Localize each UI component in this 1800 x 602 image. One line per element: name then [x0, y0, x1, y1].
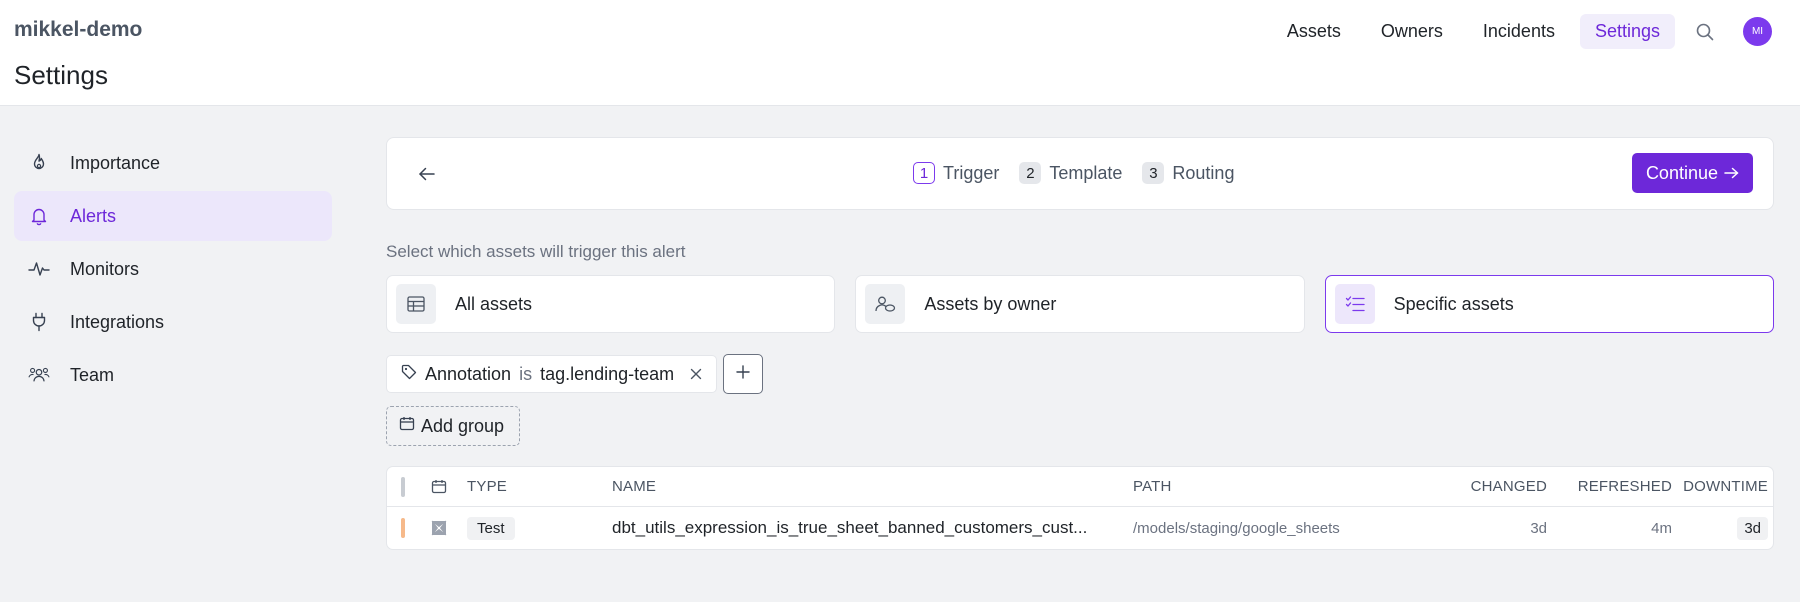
sidebar-item-label: Alerts: [70, 205, 117, 226]
nav-settings[interactable]: Settings: [1579, 14, 1675, 49]
bell-icon: [28, 205, 50, 227]
step-template[interactable]: 2 Template: [1019, 162, 1122, 184]
step-label: Template: [1049, 162, 1123, 183]
plus-icon: [735, 364, 751, 385]
option-label: Specific assets: [1393, 293, 1514, 314]
users-icon: [28, 364, 50, 386]
tag-icon: [401, 364, 417, 385]
type-cell: Test: [467, 507, 515, 549]
changed-cell: 3d: [1530, 519, 1547, 537]
assets-table: TYPE NAME PATH CHANGED REFRESHED DOWNTIM…: [386, 466, 1774, 550]
avatar[interactable]: MI: [1743, 17, 1772, 46]
column-downtime[interactable]: DOWNTIME: [1683, 467, 1768, 506]
option-specific-assets[interactable]: Specific assets: [1324, 275, 1774, 333]
plug-icon: [28, 311, 50, 333]
add-filter-button[interactable]: [723, 354, 764, 394]
table-header: TYPE NAME PATH CHANGED REFRESHED DOWNTIM…: [387, 467, 1773, 507]
sidebar-item-monitors[interactable]: Monitors: [14, 244, 332, 294]
column-changed[interactable]: CHANGED: [1471, 467, 1547, 506]
continue-button[interactable]: Continue: [1631, 153, 1753, 193]
search-icon[interactable]: [1685, 15, 1725, 49]
test-type-icon: [430, 507, 448, 549]
add-group-label: Add group: [421, 415, 505, 436]
continue-label: Continue: [1645, 162, 1718, 183]
filter-value: tag.lending-team: [540, 363, 675, 384]
checklist-icon: [1334, 284, 1375, 324]
select-all-icon[interactable]: [431, 467, 447, 506]
step-number: 1: [913, 162, 935, 184]
column-path[interactable]: PATH: [1133, 467, 1172, 506]
sidebar-item-label: Team: [70, 364, 115, 385]
org-name[interactable]: mikkel-demo: [14, 18, 142, 42]
filter-row: Annotation is tag.lending-team: [386, 354, 1774, 394]
stepper-bar: 1 Trigger 2 Template 3 Routing Continue: [386, 137, 1774, 210]
settings-sidebar: Importance Alerts Monitors Integrations …: [14, 138, 332, 403]
sidebar-item-importance[interactable]: Importance: [14, 138, 332, 188]
step-label: Routing: [1172, 162, 1235, 183]
option-assets-by-owner[interactable]: Assets by owner: [855, 275, 1305, 333]
step-number: 3: [1142, 162, 1165, 184]
owner-icon: [865, 284, 906, 324]
trigger-prompt: Select which assets will trigger this al…: [386, 242, 686, 261]
close-icon[interactable]: [686, 364, 706, 384]
trigger-options: All assets Assets by owner Specific asse…: [386, 275, 1774, 333]
sidebar-item-team[interactable]: Team: [14, 350, 332, 400]
step-routing[interactable]: 3 Routing: [1142, 162, 1234, 184]
name-cell[interactable]: dbt_utils_expression_is_true_sheet_banne…: [612, 507, 1087, 549]
option-label: All assets: [455, 293, 533, 314]
top-nav: Assets Owners Incidents Settings MI: [1272, 14, 1772, 49]
folder-icon: [399, 416, 415, 437]
status-bar: [401, 507, 405, 549]
table-row[interactable]: Test dbt_utils_expression_is_true_sheet_…: [387, 507, 1773, 549]
sidebar-item-alerts[interactable]: Alerts: [14, 191, 332, 241]
back-arrow-icon[interactable]: [411, 158, 443, 190]
downtime-badge: 3d: [1737, 516, 1768, 540]
option-label: Assets by owner: [924, 293, 1057, 314]
filter-operator: is: [519, 363, 533, 384]
refreshed-cell: 4m: [1651, 519, 1672, 537]
type-badge: Test: [467, 516, 515, 540]
option-all-assets[interactable]: All assets: [386, 275, 836, 333]
arrow-right-icon: [1724, 163, 1739, 184]
filter-field: Annotation: [425, 363, 512, 384]
sidebar-item-integrations[interactable]: Integrations: [14, 297, 332, 347]
nav-assets[interactable]: Assets: [1272, 14, 1356, 49]
page-title: Settings: [14, 60, 108, 90]
filter-chip[interactable]: Annotation is tag.lending-team: [386, 355, 718, 393]
app-header: mikkel-demo Settings Assets Owners Incid…: [0, 0, 1800, 106]
nav-owners[interactable]: Owners: [1366, 14, 1458, 49]
add-group-button[interactable]: Add group: [386, 406, 520, 446]
step-list: 1 Trigger 2 Template 3 Routing: [913, 162, 1234, 184]
column-type[interactable]: TYPE: [467, 467, 507, 506]
sidebar-item-label: Importance: [70, 152, 161, 173]
alert-editor: 1 Trigger 2 Template 3 Routing Continue …: [386, 137, 1774, 550]
path-cell: /models/staging/google_sheets: [1133, 519, 1340, 537]
step-trigger[interactable]: 1 Trigger: [913, 162, 999, 184]
column-name[interactable]: NAME: [612, 467, 656, 506]
nav-incidents[interactable]: Incidents: [1468, 14, 1570, 49]
sidebar-item-label: Monitors: [70, 258, 140, 279]
pulse-icon: [28, 258, 50, 280]
step-number: 2: [1019, 162, 1042, 184]
step-label: Trigger: [943, 162, 1000, 183]
flame-icon: [28, 152, 50, 174]
status-column-header: [401, 467, 405, 506]
downtime-cell: 3d: [1737, 507, 1768, 549]
table-icon: [396, 284, 436, 324]
sidebar-item-label: Integrations: [70, 311, 165, 332]
column-refreshed[interactable]: REFRESHED: [1578, 467, 1672, 506]
